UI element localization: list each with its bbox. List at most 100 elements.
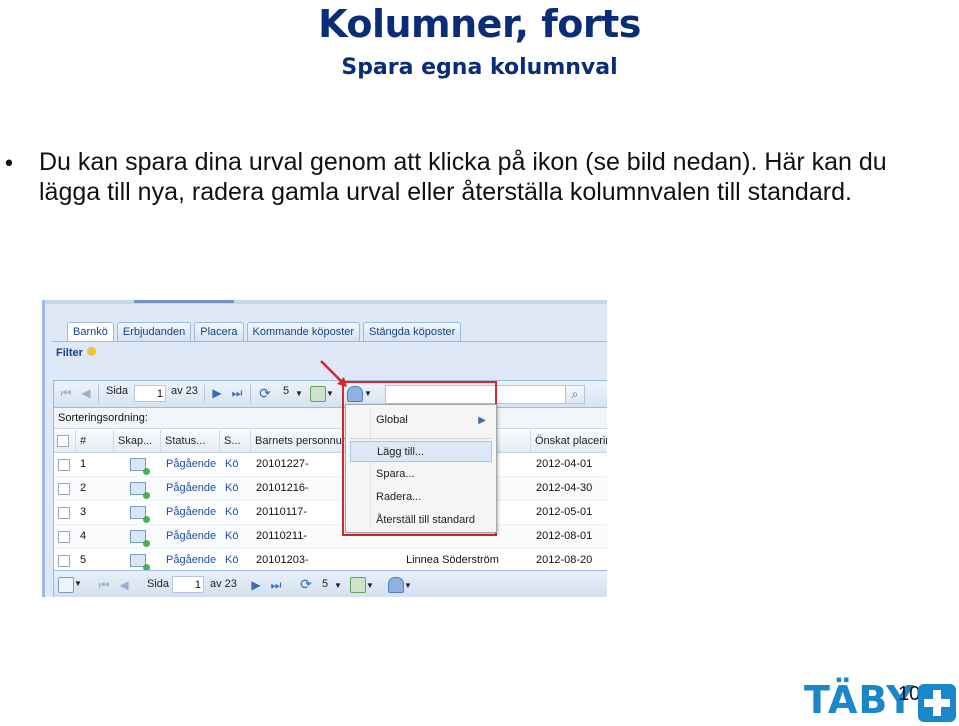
prev-page-icon[interactable]: ◀	[80, 387, 92, 399]
row-s[interactable]: Kö	[225, 477, 238, 500]
col-created[interactable]: Skap...	[114, 430, 161, 452]
filter-expand-icon[interactable]	[87, 347, 96, 356]
slide-subtitle: Spara egna kolumnval	[341, 55, 618, 80]
submenu-arrow-icon: ▶	[478, 415, 486, 426]
col-desired-date[interactable]: Önskat placerin	[531, 430, 607, 452]
col-s[interactable]: S...	[220, 430, 251, 452]
row-date: 2012-04-01	[536, 458, 593, 470]
row-number: 2	[80, 482, 87, 494]
column-chooser-icon[interactable]	[58, 577, 74, 593]
row-s[interactable]: Kö	[225, 525, 238, 548]
queue-grid: ⏮ ◀ Sida 1 av 23 ▶ ⏭ ⟳ 5 ▼ ▼ ▼ ⌕ Sorteri…	[53, 380, 607, 597]
row-pnr: 20101216-	[256, 482, 309, 494]
column-profile-menu: Global ▶ Lägg till... Spara... Radera... …	[345, 404, 497, 533]
body-paragraph: Du kan spara dina urval genom att klicka…	[39, 148, 887, 206]
menu-item-global[interactable]: Global ▶	[350, 410, 492, 431]
last-page-icon[interactable]: ⏭	[231, 387, 243, 399]
mail-icon[interactable]	[130, 458, 150, 475]
row-date: 2012-05-01	[536, 506, 593, 518]
mail-icon[interactable]	[130, 482, 150, 499]
refresh-icon[interactable]: ⟳	[300, 577, 312, 591]
grid-header: # Skap... Status... S... Barnets personn…	[54, 430, 607, 453]
tab-kommande-koposter[interactable]: Kommande köposter	[246, 322, 361, 341]
page-number: 10	[898, 683, 921, 705]
menu-item-add[interactable]: Lägg till...	[350, 441, 492, 462]
slide-title: Kolumner, forts	[318, 2, 641, 46]
page-label: Sida	[106, 385, 129, 397]
row-pnr: 20101203-	[256, 554, 309, 566]
tab-stangda-koposter[interactable]: Stängda köposter	[363, 322, 462, 341]
row-number: 5	[80, 554, 87, 566]
row-status[interactable]: Pågående	[166, 477, 216, 500]
row-name: Linnea Söderström	[406, 554, 499, 566]
row-s[interactable]: Kö	[225, 549, 238, 572]
table-row[interactable]: 4 Pågående Kö 20110211- 2012-08-01	[54, 525, 607, 549]
prev-page-icon[interactable]: ◀	[118, 579, 130, 591]
first-page-icon[interactable]: ⏮	[60, 387, 72, 399]
search-icon[interactable]: ⌕	[565, 385, 585, 404]
chevron-down-icon: ▼	[366, 581, 374, 590]
refresh-icon[interactable]: ⟳	[259, 386, 271, 400]
select-all-checkbox[interactable]	[54, 430, 76, 452]
row-s[interactable]: Kö	[225, 501, 238, 524]
grid-bottom-toolbar: ▼ ⏮ ◀ Sida 1 av 23 ▶ ⏭ ⟳ 5 ▼ ▼ ▼	[54, 570, 607, 597]
table-row[interactable]: 2 Pågående Kö 20101216- 2012-04-30	[54, 477, 607, 501]
sort-order-row: Sorteringsordning:	[54, 408, 607, 429]
grid-rows: 1 Pågående Kö 20101227- 2012-04-01 2 Påg…	[54, 453, 607, 573]
tab-erbjudanden[interactable]: Erbjudanden	[116, 322, 192, 341]
next-page-icon[interactable]: ▶	[250, 579, 262, 591]
row-checkbox[interactable]	[58, 555, 70, 567]
menu-item-delete[interactable]: Radera...	[350, 487, 492, 508]
row-number: 3	[80, 506, 87, 518]
mail-icon[interactable]	[130, 530, 150, 547]
row-status[interactable]: Pågående	[166, 525, 216, 548]
table-row[interactable]: 3 Pågående Kö 20110117- 2012-05-01	[54, 501, 607, 525]
page-input[interactable]: 1	[134, 385, 166, 402]
row-s[interactable]: Kö	[225, 453, 238, 476]
row-checkbox[interactable]	[58, 483, 70, 495]
chevron-down-icon: ▼	[334, 581, 342, 590]
tab-placera[interactable]: Placera	[194, 322, 244, 341]
filter-toggle[interactable]: Filter	[56, 347, 83, 359]
tab-bar: Barnkö Erbjudanden Placera Kommande köpo…	[67, 322, 462, 342]
first-page-icon[interactable]: ⏮	[98, 579, 110, 591]
page-size-select[interactable]: 5	[322, 578, 328, 590]
page-size-select[interactable]: 5	[283, 385, 289, 397]
col-status[interactable]: Status...	[161, 430, 220, 452]
mail-icon[interactable]	[130, 506, 150, 523]
page-count: av 23	[210, 578, 237, 590]
col-number[interactable]: #	[76, 430, 114, 452]
menu-item-reset[interactable]: Återställ till standard	[350, 510, 492, 531]
row-date: 2012-08-20	[536, 554, 593, 566]
row-checkbox[interactable]	[58, 507, 70, 519]
row-pnr: 20110211-	[256, 530, 307, 542]
bullet-marker: •	[2, 152, 16, 177]
menu-item-save[interactable]: Spara...	[350, 464, 492, 485]
chevron-down-icon[interactable]: ▼	[295, 389, 303, 398]
window-left-border	[42, 300, 45, 597]
row-checkbox[interactable]	[58, 531, 70, 543]
column-profile-icon[interactable]	[388, 577, 404, 593]
row-pnr: 20101227-	[256, 458, 309, 470]
row-number: 1	[80, 458, 87, 470]
table-row[interactable]: 1 Pågående Kö 20101227- 2012-04-01	[54, 453, 607, 477]
row-status[interactable]: Pågående	[166, 453, 216, 476]
last-page-icon[interactable]: ⏭	[270, 579, 282, 591]
page-label: Sida	[147, 578, 170, 590]
row-number: 4	[80, 530, 87, 542]
mail-icon[interactable]	[130, 554, 150, 571]
export-icon[interactable]	[350, 577, 366, 593]
row-status[interactable]: Pågående	[166, 501, 216, 524]
app-screenshot: Barnkö Erbjudanden Placera Kommande köpo…	[42, 300, 607, 597]
next-page-icon[interactable]: ▶	[211, 387, 223, 399]
tab-barnko[interactable]: Barnkö	[67, 322, 114, 341]
taby-logo-mark-icon	[918, 684, 956, 722]
chevron-down-icon: ▼	[74, 579, 82, 588]
row-checkbox[interactable]	[58, 459, 70, 471]
row-pnr: 20110117-	[256, 506, 307, 518]
page-input[interactable]: 1	[172, 576, 204, 593]
row-date: 2012-04-30	[536, 482, 593, 494]
red-arrow-icon	[320, 360, 347, 387]
page-count: av 23	[171, 385, 198, 397]
row-status[interactable]: Pågående	[166, 549, 216, 572]
